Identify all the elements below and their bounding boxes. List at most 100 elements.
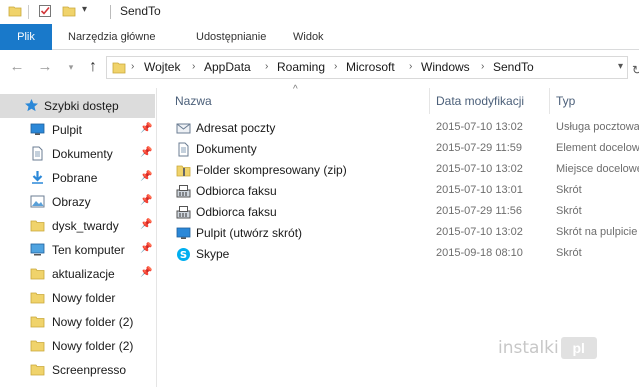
folder-icon: [112, 62, 126, 74]
table-row[interactable]: Pulpit (utwórz skrót) 2015-07-10 13:02 Skr…: [158, 223, 639, 244]
table-row[interactable]: Adresat poczty 2015-07-10 13:02 Usługa poc…: [158, 118, 639, 139]
breadcrumb-separator-icon[interactable]: ›: [334, 61, 337, 72]
sidebar-item[interactable]: Nowy folder: [0, 286, 155, 310]
breadcrumb-separator-icon[interactable]: ›: [131, 61, 134, 72]
up-arrow-icon[interactable]: ↑: [84, 58, 102, 76]
pin-icon[interactable]: 📌: [140, 195, 152, 206]
pin-icon[interactable]: 📌: [140, 219, 152, 230]
breadcrumb-item[interactable]: SendTo: [493, 60, 534, 74]
sidebar-item-label: Nowy folder: [52, 291, 116, 305]
ribbon-tabs: Plik Narzędzia główne Udostępnianie Wido…: [0, 24, 639, 50]
sidebar-item[interactable]: Nowy folder (2): [0, 310, 155, 334]
file-date: 2015-07-10 13:02: [436, 226, 523, 238]
breadcrumb-separator-icon[interactable]: ›: [409, 61, 412, 72]
folder-icon[interactable]: [8, 4, 22, 18]
address-bar[interactable]: › Wojtek › AppData › Roaming › Microsoft…: [106, 56, 628, 79]
divider: [28, 5, 29, 19]
breadcrumb-item[interactable]: AppData: [204, 60, 251, 74]
folder-icon: [30, 364, 45, 376]
pin-icon[interactable]: 📌: [140, 243, 152, 254]
documents-icon: [32, 146, 43, 161]
sidebar-item-label: Ten komputer: [52, 243, 125, 257]
folder-icon: [30, 316, 45, 328]
file-type: Element docelowy: [556, 142, 639, 154]
breadcrumb-item[interactable]: Roaming: [277, 60, 325, 74]
column-header-type[interactable]: Typ: [556, 88, 636, 113]
file-date: 2015-07-29 11:56: [436, 205, 523, 217]
column-header-date[interactable]: Data modyfikacji: [436, 88, 546, 113]
column-header-name[interactable]: Nazwa: [175, 88, 425, 113]
file-name: Odbiorca faksu: [196, 184, 277, 198]
sidebar-item[interactable]: dysk_twardy 📌: [0, 214, 155, 238]
sidebar-item[interactable]: Pobrane 📌: [0, 166, 155, 190]
refresh-icon[interactable]: ↻: [632, 63, 639, 77]
sidebar-item-label: Nowy folder (2): [52, 315, 134, 329]
sidebar-item-label: dysk_twardy: [52, 219, 119, 233]
watermark-badge: pl: [560, 337, 597, 359]
desktop-icon: [176, 227, 191, 239]
pin-icon[interactable]: 📌: [140, 267, 152, 278]
sidebar-item[interactable]: Screenpresso: [0, 358, 155, 382]
tab-share[interactable]: Udostępnianie: [188, 24, 274, 50]
properties-icon[interactable]: [38, 4, 52, 18]
fax-icon: [176, 206, 191, 219]
recent-locations-icon[interactable]: ▾: [62, 58, 80, 76]
customize-toolbar-icon[interactable]: ▾: [82, 4, 87, 15]
file-name: Odbiorca faksu: [196, 205, 277, 219]
pin-icon[interactable]: 📌: [140, 171, 152, 182]
documents-icon: [178, 142, 189, 157]
table-row[interactable]: S Skype 2015-09-18 08:10 Skrót: [158, 244, 639, 265]
file-name: Adresat poczty: [196, 121, 276, 135]
folder-icon: [30, 268, 45, 280]
navigation-pane: Szybki dostęp Pulpit 📌 Dokumenty 📌 Pobrane 📌 Ob…: [0, 88, 157, 387]
pin-icon[interactable]: 📌: [140, 147, 152, 158]
new-folder-icon[interactable]: [62, 4, 76, 18]
sidebar-item[interactable]: Obrazy 📌: [0, 190, 155, 214]
watermark-logo: instalki pl: [498, 336, 597, 360]
file-type: Skrót na pulpicie: [556, 226, 638, 238]
address-dropdown-icon[interactable]: ▾: [618, 61, 623, 72]
sidebar-item[interactable]: Nowy folder (2): [0, 334, 155, 358]
breadcrumb-separator-icon[interactable]: ›: [481, 61, 484, 72]
breadcrumb-separator-icon[interactable]: ›: [192, 61, 195, 72]
file-name: Folder skompresowany (zip): [196, 163, 347, 177]
sidebar-item-label: Szybki dostęp: [44, 99, 119, 113]
navigation-bar: ← → ▾ ↑ › Wojtek › AppData › Roaming › M…: [0, 50, 639, 86]
file-type: Skrót: [556, 247, 582, 259]
tab-file[interactable]: Plik: [0, 24, 52, 50]
file-date: 2015-07-10 13:02: [436, 121, 523, 133]
zip-folder-icon: [176, 165, 191, 177]
download-icon: [32, 171, 43, 184]
sidebar-item-label: Dokumenty: [52, 147, 113, 161]
file-name: Pulpit (utwórz skrót): [196, 226, 303, 240]
breadcrumb-item[interactable]: Windows: [421, 60, 470, 74]
file-type: Usługa pocztowa: [556, 121, 639, 133]
pin-icon[interactable]: 📌: [140, 123, 152, 134]
file-date: 2015-07-29 11:59: [436, 142, 523, 154]
breadcrumb-separator-icon[interactable]: ›: [265, 61, 268, 72]
column-divider[interactable]: [429, 88, 430, 114]
sidebar-item[interactable]: aktualizacje 📌: [0, 262, 155, 286]
file-name: Skype: [196, 247, 230, 261]
file-type: Skrót: [556, 184, 582, 196]
sidebar-item[interactable]: Pulpit 📌: [0, 118, 155, 142]
sidebar-item-label: Pulpit: [52, 123, 83, 137]
table-row[interactable]: Folder skompresowany (zip) 2015-07-10 13:…: [158, 160, 639, 181]
sidebar-item-quick-access[interactable]: Szybki dostęp: [0, 94, 155, 118]
back-arrow-icon[interactable]: ←: [8, 58, 26, 76]
forward-arrow-icon[interactable]: →: [36, 58, 54, 76]
sidebar-item-label: aktualizacje: [52, 267, 115, 281]
table-row[interactable]: Dokumenty 2015-07-29 11:59 Element docelow…: [158, 139, 639, 160]
window-title: SendTo: [120, 4, 161, 18]
tab-view[interactable]: Widok: [285, 24, 332, 50]
tab-home[interactable]: Narzędzia główne: [60, 24, 163, 50]
desktop-icon: [30, 123, 45, 135]
breadcrumb-item[interactable]: Wojtek: [144, 60, 180, 74]
table-row[interactable]: Odbiorca faksu 2015-07-29 11:56 Skrót: [158, 202, 639, 223]
sidebar-item[interactable]: Ten komputer 📌: [0, 238, 155, 262]
breadcrumb-item[interactable]: Microsoft: [346, 60, 395, 74]
sidebar-item[interactable]: Dokumenty 📌: [0, 142, 155, 166]
pictures-icon: [30, 195, 45, 208]
table-row[interactable]: Odbiorca faksu 2015-07-10 13:01 Skrót: [158, 181, 639, 202]
column-divider[interactable]: [549, 88, 550, 114]
